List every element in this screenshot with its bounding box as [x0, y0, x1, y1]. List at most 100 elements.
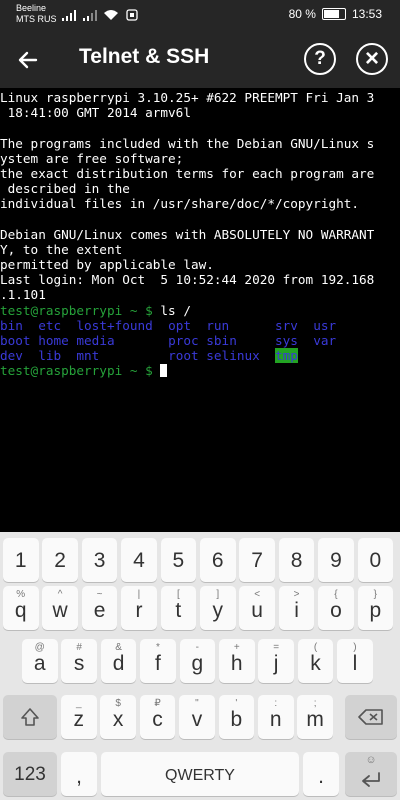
terminal-line: ystem are free software; [0, 150, 184, 166]
enter-icon [362, 772, 380, 787]
key-row-bottom: 123 , QWERTY . ☺ [0, 752, 400, 798]
page-title: Telnet & SSH [79, 45, 210, 68]
key-f[interactable]: * f [140, 639, 176, 683]
terminal-line: Y, to the extent [0, 241, 123, 257]
terminal-line: the exact distribution terms for each pr… [0, 165, 375, 181]
key-label: 3 [93, 549, 106, 572]
ls-output-row: dev lib mnt root selinux tmp [0, 348, 400, 364]
key-6[interactable]: 6 [200, 538, 236, 582]
shift-key[interactable] [3, 695, 57, 739]
directory-entry: srv [275, 317, 306, 333]
shift-arrow-icon [21, 708, 39, 726]
backspace-icon [358, 709, 383, 725]
key-row-1: % q ^ w ~ e | r[t] y < u > i{o} p [0, 586, 400, 632]
directory-entry: usr [313, 317, 337, 333]
key-g[interactable]: -g [179, 639, 216, 683]
period-label: . [318, 765, 324, 788]
space-key[interactable]: QWERTY [101, 752, 299, 796]
key-1[interactable]: 1 [3, 538, 39, 582]
back-button[interactable] [18, 44, 38, 76]
key-z[interactable]: _ z [61, 695, 97, 739]
key-label: 0 [369, 549, 382, 572]
key-w[interactable]: ^ w [42, 586, 78, 630]
key-label: n [269, 708, 282, 731]
shell-prompt: test@raspberrypi ~ $ [0, 302, 153, 318]
directory-entry: etc [38, 317, 69, 333]
help-icon: ? [314, 48, 326, 69]
key-8[interactable]: 8 [278, 538, 315, 582]
key-label: o [330, 599, 342, 622]
carrier-name-2: MTS RUS [16, 14, 57, 24]
key-p[interactable]: } p [357, 586, 394, 630]
key-label: c [152, 708, 163, 731]
key-u[interactable]: < u [239, 586, 275, 630]
key-label: 8 [290, 549, 303, 572]
key-label: 7 [251, 549, 263, 572]
directory-entry: sbin [206, 333, 268, 348]
key-o[interactable]: {o [318, 586, 354, 630]
terminal-output[interactable]: Linux raspberrypi 3.10.25+ #622 PREEMPT … [0, 90, 400, 532]
key-row-2: @ a # s & d * f - g + h = j(k) l [0, 639, 400, 685]
key-e[interactable]: ~ e [81, 586, 118, 630]
status-right: 80 % 13:53 [289, 7, 382, 21]
help-button[interactable]: ? [304, 43, 336, 75]
directory-entry: tmp [275, 348, 298, 364]
key-4[interactable]: 4 [121, 538, 157, 582]
key-9[interactable]: 9 [318, 538, 354, 582]
key-n[interactable]: :n [258, 695, 294, 739]
key-k[interactable]: (k [297, 639, 334, 683]
key-label: y [212, 599, 224, 622]
key-i[interactable]: > i [278, 586, 315, 630]
key-c[interactable]: ₽ c [139, 695, 176, 739]
prompt-line: test@raspberrypi ~ $ ls / [0, 303, 400, 318]
directory-entry: root [168, 348, 199, 364]
key-3[interactable]: 3 [81, 538, 118, 582]
text-cursor [160, 364, 168, 378]
close-button[interactable]: × [356, 43, 388, 75]
backspace-key[interactable] [345, 695, 397, 739]
key-r[interactable]: | r [121, 586, 157, 630]
key-j[interactable]: = j [258, 639, 294, 683]
period-key[interactable]: . [303, 752, 339, 796]
wifi-icon [104, 10, 118, 20]
key-label: f [155, 652, 161, 675]
directory-entry: lost+found [76, 317, 161, 333]
key-m[interactable]: ; m [297, 695, 333, 739]
directory-entry: sys [275, 333, 306, 348]
symbols-key[interactable]: 123 [3, 752, 57, 796]
key-v[interactable]: " v [179, 695, 215, 739]
key-q[interactable]: % q [3, 586, 39, 630]
directory-entry: var [313, 333, 337, 348]
key-h[interactable]: + h [219, 639, 255, 683]
key-d[interactable]: & d [100, 639, 137, 683]
terminal-line: Debian GNU/Linux comes with ABSOLUTELY N… [0, 226, 375, 242]
comma-key[interactable]: , [61, 752, 97, 796]
key-label: j [273, 652, 279, 675]
key-l[interactable]: ) l [337, 639, 373, 683]
key-7[interactable]: 7 [239, 538, 275, 582]
key-label: 6 [211, 549, 224, 572]
key-label: r [135, 599, 143, 622]
signal-icon-2 [82, 9, 97, 21]
key-label: s [73, 652, 85, 675]
terminal-line: .1.101 [0, 287, 46, 303]
status-bar: Beeline MTS RUS 80 % 13:53 [0, 0, 400, 30]
key-b[interactable]: ' b [218, 695, 255, 739]
key-t[interactable]: [t [160, 586, 197, 630]
key-label: m [306, 708, 324, 731]
directory-entry: bin [0, 317, 31, 333]
key-label: x [112, 708, 124, 731]
enter-key[interactable]: ☺ [345, 752, 397, 796]
terminal-line: The programs included with the Debian GN… [0, 135, 375, 151]
key-y[interactable]: ] y [200, 586, 236, 630]
key-x[interactable]: $ x [100, 695, 136, 739]
key-label: 5 [172, 549, 185, 572]
directory-entry: media [76, 333, 161, 348]
key-a[interactable]: @ a [22, 639, 58, 683]
key-0[interactable]: 0 [357, 538, 394, 582]
key-label: i [294, 599, 299, 622]
key-5[interactable]: 5 [160, 538, 197, 582]
carrier-name-1: Beeline [16, 3, 47, 13]
key-2[interactable]: 2 [42, 538, 78, 582]
key-s[interactable]: # s [61, 639, 97, 683]
